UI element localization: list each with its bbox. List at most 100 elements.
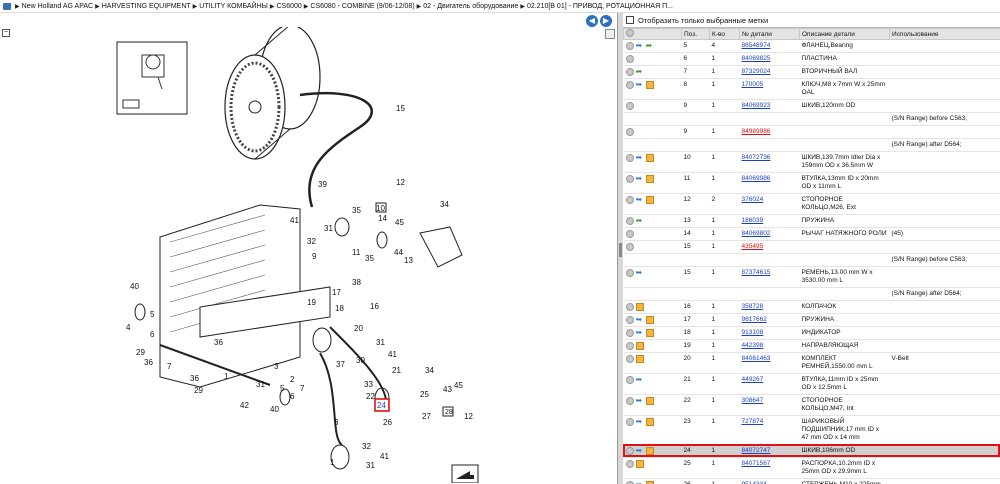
replace-arrow-icon[interactable]: ➥ — [636, 42, 644, 50]
info-dot-icon[interactable] — [625, 303, 634, 311]
table-row[interactable]: ➦ 13 1 186039 ПРУЖИНА — [623, 214, 1000, 228]
part-number-link[interactable]: 84071567 — [742, 460, 771, 467]
package-icon[interactable] — [645, 81, 654, 89]
green-arrow-icon[interactable]: ➦ — [646, 42, 654, 50]
table-row[interactable]: 25 1 84071567 РАСПОРКА,10.2mm ID x 25mm OD … — [623, 457, 1000, 479]
back-icon[interactable]: ◀ — [586, 15, 598, 27]
package-icon[interactable] — [645, 447, 654, 455]
replace-arrow-icon[interactable]: ➥ — [636, 447, 644, 455]
table-row[interactable]: ➥ 18 1 913108 ИНДИКАТОР — [623, 326, 1000, 340]
part-number-link[interactable]: 84069923 — [742, 102, 771, 109]
header-qty[interactable]: К-во — [709, 28, 740, 40]
package-icon[interactable] — [645, 418, 654, 426]
info-dot-icon[interactable] — [625, 460, 634, 468]
table-row[interactable]: ➥ 17 1 9817662 ПРУЖИНА — [623, 313, 1000, 327]
breadcrumb-item[interactable]: UTILITY КОМБАЙНЫ — [199, 3, 268, 10]
part-number-link[interactable]: 87329024 — [742, 68, 771, 75]
table-row[interactable]: (S/N Range) after D564; — [623, 287, 1000, 301]
table-row[interactable]: ➥ 10 1 84072736 ШКИВ,139.7mm Idler Dia x 159… — [623, 151, 1000, 173]
info-dot-icon[interactable] — [625, 175, 634, 183]
breadcrumb-item[interactable]: CS6000 — [276, 3, 301, 10]
table-row[interactable]: ➥ 8 1 170005 КЛЮЧ,M8 x 7mm W x 25mm OAL — [623, 78, 1000, 100]
replace-arrow-icon[interactable]: ➥ — [636, 154, 644, 162]
package-icon[interactable] — [645, 175, 654, 183]
part-number-link[interactable]: 308647 — [742, 397, 764, 404]
replace-arrow-icon[interactable]: ➥ — [636, 196, 644, 204]
table-row[interactable]: 14 1 84069802 РЫЧАГ НАТЯЖНОГО РОЛИ (45) — [623, 227, 1000, 241]
info-dot-icon[interactable] — [625, 68, 634, 76]
breadcrumb-item[interactable]: 02.210[B 01] - ПРИВОД, РОТАЦИОННАЯ П... — [527, 3, 673, 10]
replace-arrow-icon[interactable]: ➥ — [636, 397, 644, 405]
table-row[interactable]: 19 1 442398 НАПРАВЛЯЮЩАЯ — [623, 339, 1000, 353]
table-row[interactable]: ➥ 11 1 84069986 ВТУЛКА,13mm ID x 20mm OD x 1… — [623, 172, 1000, 194]
part-number-link[interactable]: 913108 — [742, 329, 764, 336]
replace-arrow-icon[interactable]: ➥ — [636, 376, 644, 384]
part-number-link[interactable]: 84072747 — [742, 447, 771, 454]
package-icon[interactable] — [645, 316, 654, 324]
breadcrumb-item[interactable]: CS6080 - COMBINE (9/06-12/08) — [310, 3, 414, 10]
part-number-link[interactable]: 86548974 — [742, 42, 771, 49]
part-number-link[interactable]: 376024 — [742, 196, 764, 203]
info-dot-icon[interactable] — [625, 102, 634, 110]
package-icon[interactable] — [645, 329, 654, 337]
header-desc[interactable]: Описание детали — [799, 28, 890, 40]
settings-icon[interactable] — [626, 29, 634, 37]
table-row[interactable]: ➥ ➦ 5 4 86548974 ФЛАНЕЦ,Bearing — [623, 39, 1000, 53]
package-icon[interactable] — [645, 154, 654, 162]
table-row[interactable]: 9 1 84989986 — [623, 125, 1000, 139]
table-row[interactable]: (S/N Range) before C563; — [623, 253, 1000, 267]
table-row[interactable]: ➥ 23 1 727874 ШАРИКОВЫЙ ПОДШИПНИК,17 mm ID x… — [623, 415, 1000, 445]
package-icon[interactable] — [645, 196, 654, 204]
part-number-link[interactable]: 358728 — [742, 303, 764, 310]
info-dot-icon[interactable] — [625, 316, 634, 324]
part-number-link[interactable]: 435495 — [742, 243, 764, 250]
table-row[interactable]: (S/N Range) after D564; — [623, 138, 1000, 152]
part-number-link[interactable]: 84069825 — [742, 55, 771, 62]
table-row[interactable]: ➥2619514334СТЕРЖЕНЬ,M10 x 225mm — [623, 478, 1000, 484]
info-dot-icon[interactable] — [625, 128, 634, 136]
forward-icon[interactable]: ▶ — [600, 15, 612, 27]
part-number-link[interactable]: 170005 — [742, 81, 764, 88]
info-dot-icon[interactable] — [625, 81, 634, 89]
package-icon[interactable] — [645, 397, 654, 405]
filter-checkbox[interactable] — [626, 16, 634, 24]
header-pos[interactable]: Поз. — [681, 28, 710, 40]
part-number-link[interactable]: 84069986 — [742, 175, 771, 182]
table-row[interactable]: ➥ 22 1 308647 СТОПОРНОЕ КОЛЬЦО,M47, Int — [623, 394, 1000, 416]
info-dot-icon[interactable] — [625, 55, 634, 63]
info-dot-icon[interactable] — [625, 269, 634, 277]
green-arrow-icon[interactable]: ➦ — [636, 68, 644, 76]
table-row[interactable]: (S/N Range) before C563; — [623, 112, 1000, 126]
table-row[interactable]: 15 1 435495 — [623, 240, 1000, 254]
part-number-link[interactable]: 84072736 — [742, 154, 771, 161]
replace-arrow-icon[interactable]: ➥ — [636, 329, 644, 337]
header-part[interactable]: № детали — [739, 28, 800, 40]
part-number-link[interactable]: 87374615 — [742, 269, 771, 276]
part-number-link[interactable]: 727874 — [742, 418, 764, 425]
part-number-link[interactable]: 442398 — [742, 342, 764, 349]
info-dot-icon[interactable] — [625, 154, 634, 162]
part-number-link[interactable]: 449267 — [742, 376, 764, 383]
home-icon[interactable] — [3, 2, 11, 10]
replace-arrow-icon[interactable]: ➥ — [636, 175, 644, 183]
package-icon[interactable] — [635, 342, 644, 350]
info-dot-icon[interactable] — [625, 397, 634, 405]
part-number-link[interactable]: 84989986 — [742, 128, 771, 135]
highlighted-callout[interactable]: 24 — [377, 401, 386, 410]
part-number-link[interactable]: 186039 — [742, 217, 764, 224]
part-number-link[interactable]: 9817662 — [742, 316, 767, 323]
info-dot-icon[interactable] — [625, 355, 634, 363]
table-row[interactable]: ➥ 15 1 87374615 РЕМЕНЬ,13.00 mm W x 3530.00 … — [623, 266, 1000, 288]
table-row[interactable]: 9 1 84069923 ШКИВ,120mm OD — [623, 99, 1000, 113]
table-row[interactable]: ➥ 21 1 449267 ВТУЛКА,11mm ID x 25mm OD x 12.… — [623, 373, 1000, 395]
replace-arrow-icon[interactable]: ➥ — [636, 81, 644, 89]
info-dot-icon[interactable] — [625, 342, 634, 350]
info-dot-icon[interactable] — [625, 196, 634, 204]
breadcrumb-item[interactable]: 02 - Двигатель оборудование — [423, 3, 518, 10]
package-icon[interactable] — [635, 303, 644, 311]
replace-arrow-icon[interactable]: ➥ — [636, 316, 644, 324]
breadcrumb-item[interactable]: New Holland AG APAC — [22, 3, 93, 10]
package-icon[interactable] — [635, 355, 644, 363]
table-row[interactable]: 6 1 84069825 ПЛАСТИНА — [623, 52, 1000, 66]
info-dot-icon[interactable] — [625, 243, 634, 251]
